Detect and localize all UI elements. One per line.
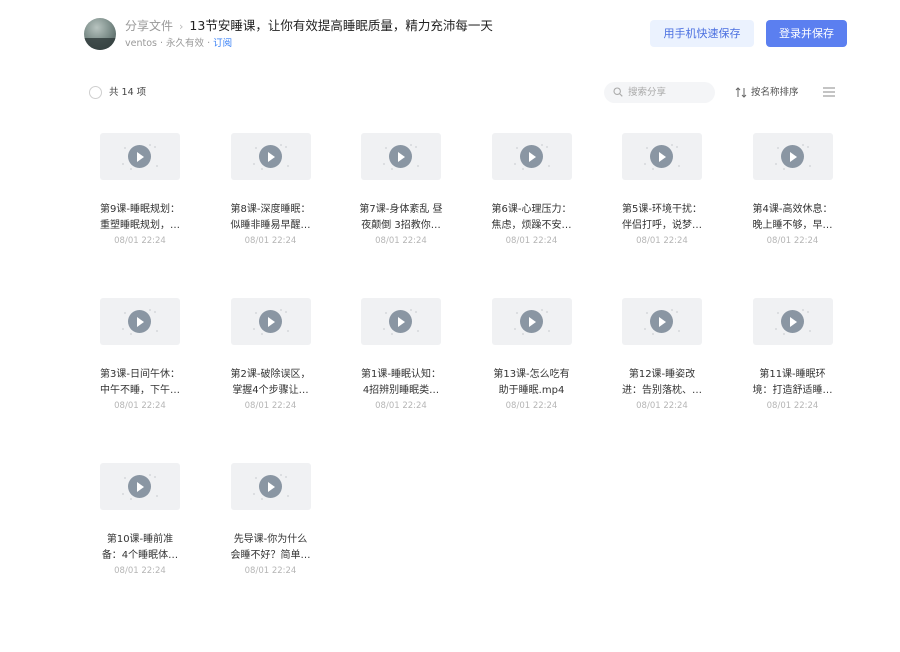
play-icon <box>519 145 543 168</box>
file-item[interactable]: 第2课-破除误区， 掌握4个步骤让… 08/01 22:24 <box>206 289 336 429</box>
file-date: 08/01 22:24 <box>114 236 166 246</box>
search-icon <box>613 87 623 97</box>
file-date: 08/01 22:24 <box>636 401 688 411</box>
video-thumbnail[interactable] <box>100 298 180 345</box>
file-date: 08/01 22:24 <box>375 401 427 411</box>
play-icon <box>389 310 412 333</box>
video-thumbnail[interactable] <box>752 298 833 345</box>
video-thumbnail[interactable] <box>491 298 572 345</box>
avatar[interactable] <box>84 18 116 50</box>
video-thumbnail[interactable] <box>100 133 180 180</box>
file-item[interactable]: 第10课-睡前准 备：4个睡眠体… 08/01 22:24 <box>75 454 205 594</box>
file-item[interactable]: 第3课-日间午休： 中午不睡，下午… 08/01 22:24 <box>75 289 205 429</box>
page-title: 13节安睡课，让你有效提高睡眠质量，精力充沛每一天 <box>189 18 493 33</box>
play-icon <box>519 310 543 333</box>
item-count: 共 14 项 <box>109 87 147 98</box>
file-name[interactable]: 第13课-怎么吃有 助于睡眠.mp4 <box>467 367 597 399</box>
file-item[interactable]: 第8课-深度睡眠： 似睡非睡易早醒… 08/01 22:24 <box>206 124 336 264</box>
file-name[interactable]: 第1课-睡眠认知： 4招辨别睡眠类… <box>336 367 466 399</box>
file-name[interactable]: 先导课-你为什么 会睡不好？简单… <box>206 532 336 564</box>
play-icon <box>389 145 412 168</box>
file-date: 08/01 22:24 <box>375 236 427 246</box>
play-icon <box>128 310 151 333</box>
video-thumbnail[interactable] <box>361 133 441 180</box>
file-date: 08/01 22:24 <box>114 401 166 411</box>
file-item[interactable]: 第7课-身体紊乱 昼 夜颠倒 3招教你… 08/01 22:24 <box>336 124 466 264</box>
play-icon <box>258 145 282 168</box>
video-thumbnail[interactable] <box>230 133 311 180</box>
play-icon <box>780 310 804 333</box>
video-thumbnail[interactable] <box>752 133 833 180</box>
file-date: 08/01 22:24 <box>114 566 166 576</box>
separator-dot: · <box>204 38 214 49</box>
play-icon <box>258 310 282 333</box>
file-name[interactable]: 第12课-睡姿改 进：告别落枕、… <box>597 367 727 399</box>
play-icon <box>650 145 673 168</box>
file-item[interactable]: 第4课-高效休息： 晚上睡不够，早… 08/01 22:24 <box>728 124 858 264</box>
play-icon <box>258 475 282 498</box>
file-name[interactable]: 第9课-睡眠规划： 重塑睡眠规划，… <box>75 202 205 234</box>
sort-icon[interactable] <box>735 87 747 98</box>
select-all-checkbox[interactable] <box>89 86 102 99</box>
page-header: 分享文件 › 13节安睡课，让你有效提高睡眠质量，精力充沛每一天 ventos · … <box>0 0 900 64</box>
file-date: 08/01 22:24 <box>505 236 558 246</box>
video-thumbnail[interactable] <box>230 298 311 345</box>
file-name[interactable]: 第10课-睡前准 备：4个睡眠体… <box>75 532 205 564</box>
file-item[interactable]: 先导课-你为什么 会睡不好？简单… 08/01 22:24 <box>206 454 336 594</box>
file-date: 08/01 22:24 <box>244 566 297 576</box>
list-view-icon[interactable] <box>823 87 835 97</box>
file-name[interactable]: 第4课-高效休息： 晚上睡不够，早… <box>728 202 858 234</box>
file-name[interactable]: 第2课-破除误区， 掌握4个步骤让… <box>206 367 336 399</box>
file-name[interactable]: 第7课-身体紊乱 昼 夜颠倒 3招教你… <box>336 202 466 234</box>
file-item[interactable]: 第13课-怎么吃有 助于睡眠.mp4 08/01 22:24 <box>467 289 597 429</box>
subscribe-link[interactable]: 订阅 <box>213 38 232 49</box>
file-item[interactable]: 第12课-睡姿改 进：告别落枕、… 08/01 22:24 <box>597 289 727 429</box>
file-name[interactable]: 第3课-日间午休： 中午不睡，下午… <box>75 367 205 399</box>
login-save-button[interactable]: 登录并保存 <box>766 20 847 47</box>
sort-dropdown[interactable]: 按名称排序 <box>751 86 799 99</box>
file-item[interactable]: 第5课-环境干扰： 伴侣打呼，说梦… 08/01 22:24 <box>597 124 727 264</box>
file-item[interactable]: 第1课-睡眠认知： 4招辨别睡眠类… 08/01 22:24 <box>336 289 466 429</box>
file-name[interactable]: 第5课-环境干扰： 伴侣打呼，说梦… <box>597 202 727 234</box>
breadcrumb-root[interactable]: 分享文件 <box>125 19 173 33</box>
file-date: 08/01 22:24 <box>636 236 688 246</box>
video-thumbnail[interactable] <box>230 463 311 510</box>
file-date: 08/01 22:24 <box>766 236 819 246</box>
separator-dot: · <box>156 38 167 49</box>
video-thumbnail[interactable] <box>491 133 572 180</box>
file-item[interactable]: 第9课-睡眠规划： 重塑睡眠规划，… 08/01 22:24 <box>75 124 205 264</box>
file-date: 08/01 22:24 <box>766 401 819 411</box>
video-thumbnail[interactable] <box>361 298 441 345</box>
chevron-right-icon: › <box>179 20 184 33</box>
file-name[interactable]: 第8课-深度睡眠： 似睡非睡易早醒… <box>206 202 336 234</box>
file-name[interactable]: 第11课-睡眠环 境：打造舒适睡… <box>728 367 858 399</box>
file-item[interactable]: 第11课-睡眠环 境：打造舒适睡… 08/01 22:24 <box>728 289 858 429</box>
share-info: ventos · 永久有效 · 订阅 <box>125 37 232 50</box>
file-item[interactable]: 第6课-心理压力： 焦虑，烦躁不安… 08/01 22:24 <box>467 124 597 264</box>
search-input[interactable] <box>628 84 708 101</box>
file-date: 08/01 22:24 <box>244 401 297 411</box>
file-date: 08/01 22:24 <box>244 236 297 246</box>
owner-name[interactable]: ventos <box>125 38 157 49</box>
file-name[interactable]: 第6课-心理压力： 焦虑，烦躁不安… <box>467 202 597 234</box>
play-icon <box>128 475 151 498</box>
video-thumbnail[interactable] <box>622 133 702 180</box>
play-icon <box>128 145 151 168</box>
play-icon <box>780 145 804 168</box>
video-thumbnail[interactable] <box>622 298 702 345</box>
validity-text: 永久有效 <box>166 38 205 49</box>
breadcrumb: 分享文件 › 13节安睡课，让你有效提高睡眠质量，精力充沛每一天 <box>125 17 493 35</box>
video-thumbnail[interactable] <box>100 463 180 510</box>
phone-save-button[interactable]: 用手机快速保存 <box>650 20 754 47</box>
play-icon <box>650 310 673 333</box>
file-date: 08/01 22:24 <box>505 401 558 411</box>
